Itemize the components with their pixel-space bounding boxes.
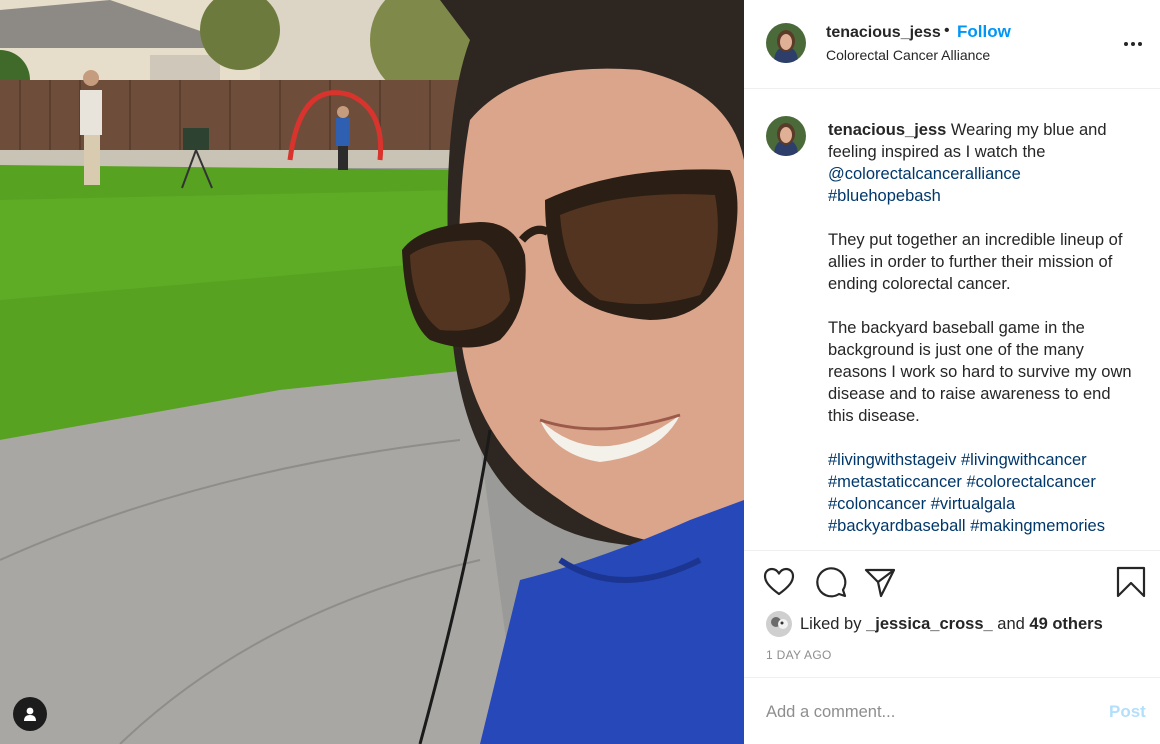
share-button[interactable] (863, 565, 897, 599)
likes-summary: Liked by _jessica_cross_ and 49 others (766, 611, 1103, 637)
comment-button[interactable] (814, 565, 848, 599)
tagged-users-button[interactable] (13, 697, 47, 731)
post-actions (744, 560, 1160, 606)
hashtag-link[interactable]: #virtualgala (931, 495, 1015, 513)
post-location[interactable]: Colorectal Cancer Alliance (826, 47, 990, 63)
comment-icon (816, 567, 847, 598)
post-header: tenacious_jess • Follow Colorectal Cance… (744, 0, 1160, 89)
follow-button[interactable]: Follow (957, 22, 1011, 42)
more-options-icon (1124, 42, 1142, 46)
more-options-button[interactable] (1122, 34, 1144, 54)
hashtag-link[interactable]: #bluehopebash (828, 187, 941, 205)
profile-picture (766, 116, 806, 156)
bookmark-icon (1116, 566, 1146, 598)
header-separator: • (944, 22, 950, 39)
comments-section: tenacious_jess Wearing my blue and feeli… (744, 90, 1160, 551)
post-side-panel: tenacious_jess • Follow Colorectal Cance… (744, 0, 1160, 744)
caption-paragraph: The backyard baseball game in the backgr… (828, 319, 1132, 425)
liker-username[interactable]: _jessica_cross_ (866, 615, 993, 634)
add-comment-form: Post (744, 677, 1160, 744)
liker-avatar[interactable] (766, 611, 792, 637)
caption-avatar[interactable] (766, 116, 806, 156)
likes-and-text: and (997, 614, 1025, 633)
caption-paragraph: They put together an incredible lineup o… (828, 231, 1123, 293)
hashtag-link[interactable]: #colorectalcancer (967, 473, 1096, 491)
mention-link[interactable]: @colorectalcanceralliance (828, 165, 1021, 183)
hashtag-link[interactable]: #backyardbaseball (828, 517, 966, 535)
hashtag-link[interactable]: #makingmemories (970, 517, 1105, 535)
heart-icon (763, 567, 795, 596)
comment-input[interactable] (766, 698, 1086, 726)
like-button[interactable] (762, 565, 796, 599)
liked-by-text: Liked by (800, 614, 862, 633)
hashtag-link[interactable]: #livingwithstageiv (828, 451, 956, 469)
selfie-image (0, 0, 744, 744)
hashtag-list: #livingwithstageiv #livingwithcancer #me… (828, 449, 1138, 537)
save-button[interactable] (1114, 565, 1148, 599)
post-timestamp[interactable]: 1 DAY AGO (766, 648, 832, 662)
others-likes-link[interactable]: 49 others (1029, 615, 1102, 634)
share-icon (864, 568, 896, 598)
post-author-username[interactable]: tenacious_jess (826, 24, 941, 42)
caption-username[interactable]: tenacious_jess (828, 121, 946, 139)
profile-picture (766, 611, 792, 637)
post-caption: tenacious_jess Wearing my blue and feeli… (828, 119, 1138, 559)
person-icon (24, 707, 36, 721)
post-comment-button[interactable]: Post (1109, 702, 1146, 722)
hashtag-link[interactable]: #livingwithcancer (961, 451, 1087, 469)
avatar[interactable] (766, 23, 806, 63)
hashtag-link[interactable]: #coloncancer (828, 495, 926, 513)
post-photo[interactable] (0, 0, 744, 744)
hashtag-link[interactable]: #metastaticcancer (828, 473, 962, 491)
profile-picture (766, 23, 806, 63)
